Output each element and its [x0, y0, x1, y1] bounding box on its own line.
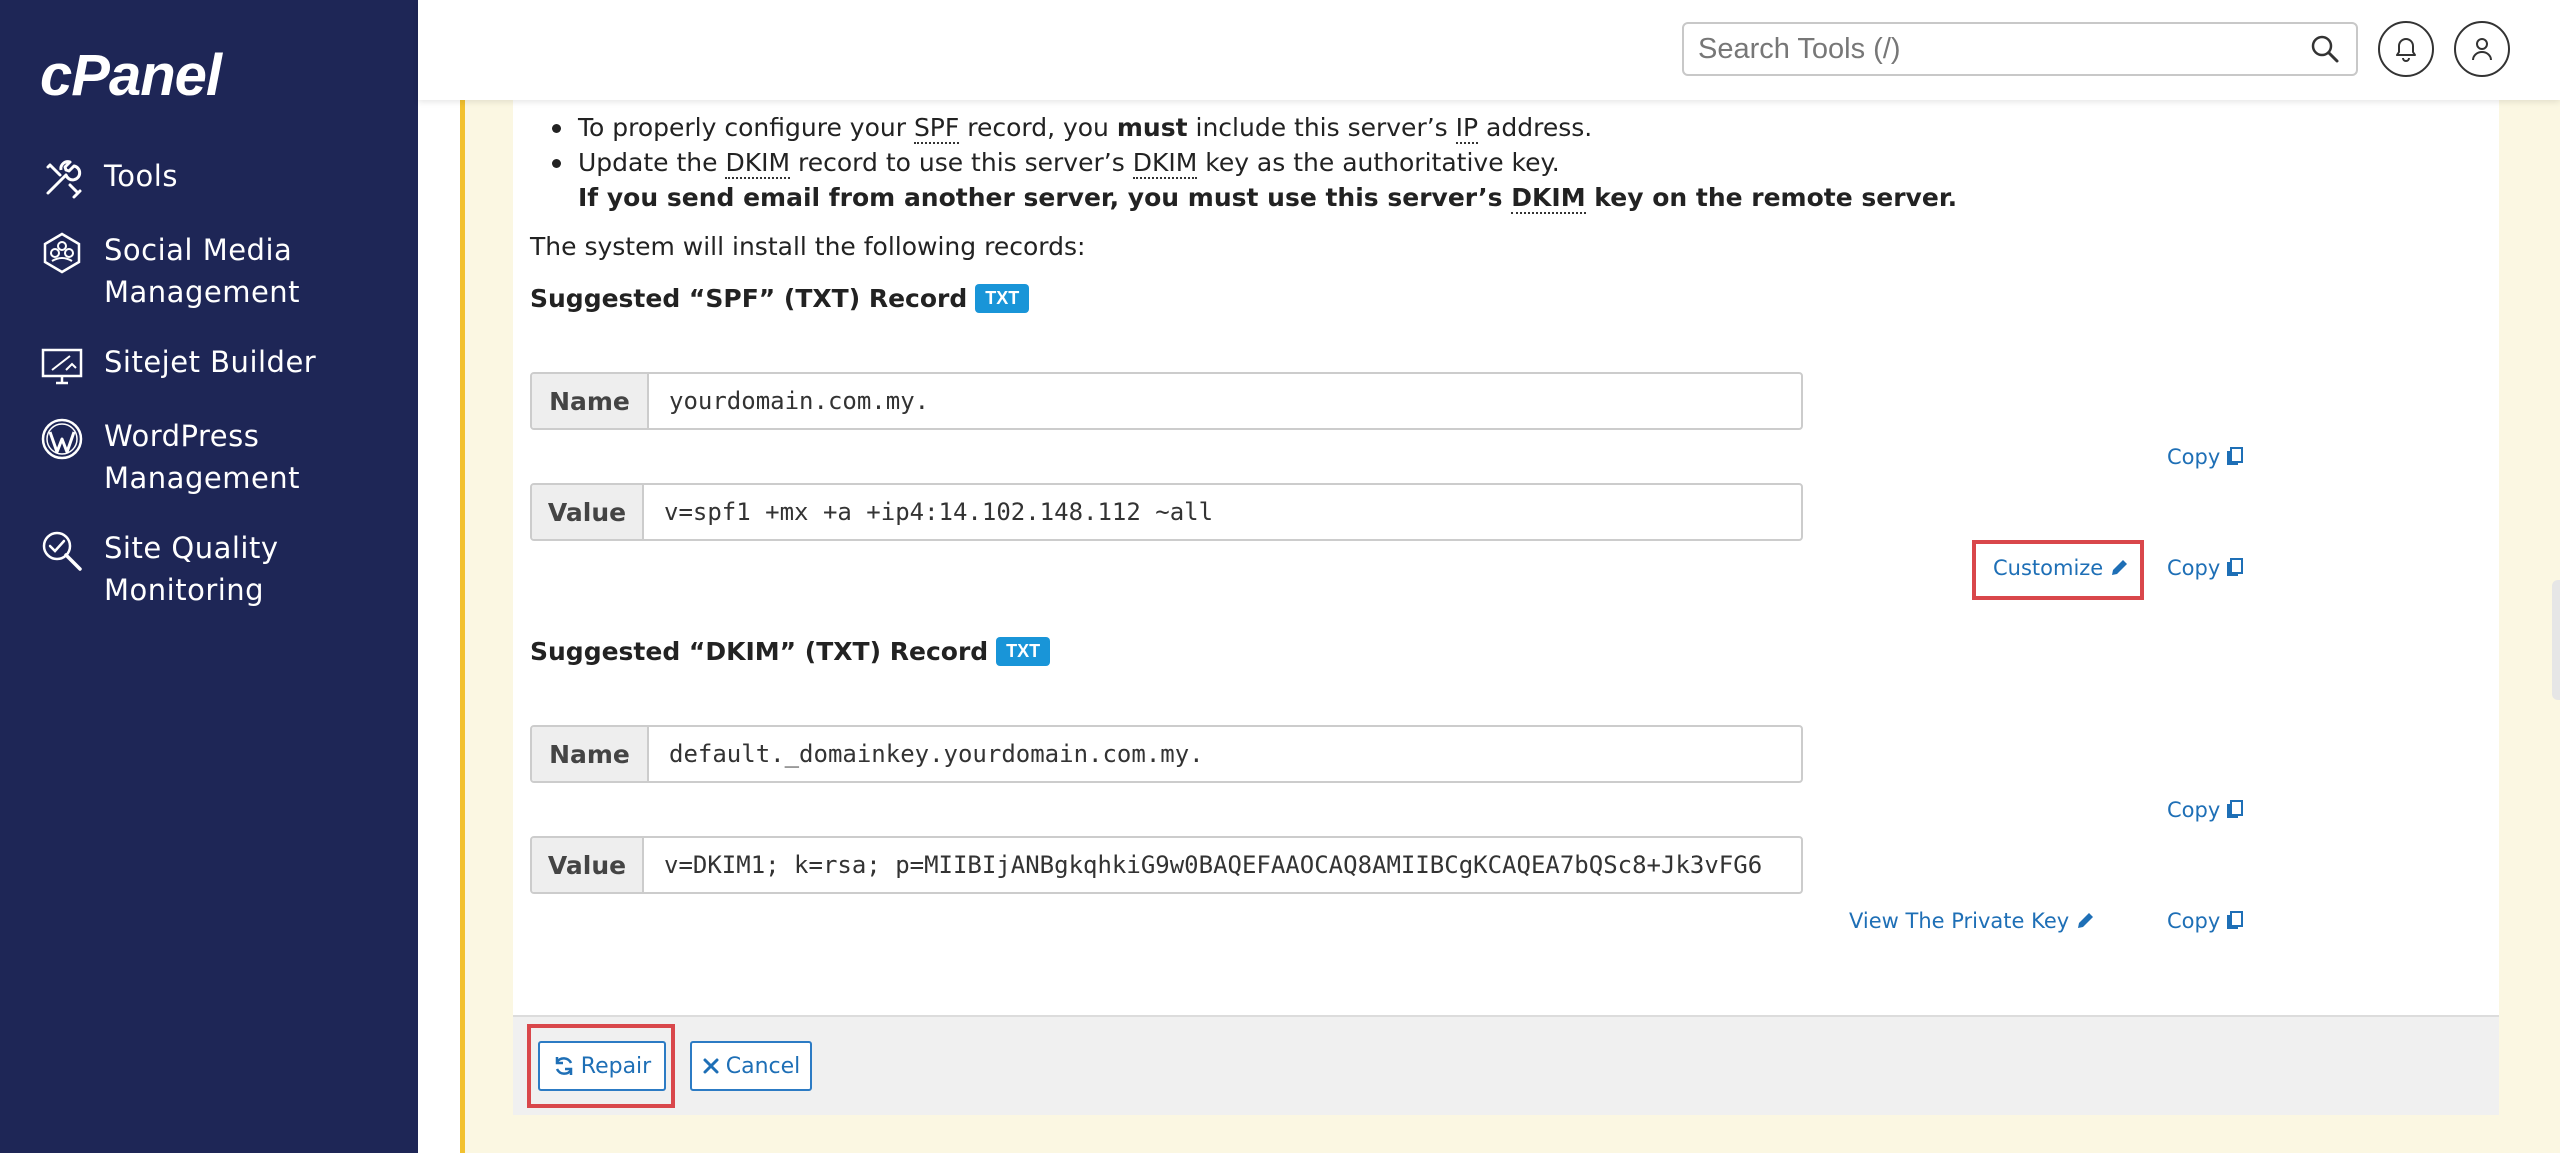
sidebar-item-label: Site Quality Monitoring — [104, 531, 279, 607]
dkim-name-copy-link[interactable]: Copy — [2167, 798, 2244, 822]
spf-value-value[interactable]: v=spf1 +mx +a +ip4:14.102.148.112 ~all — [644, 485, 1213, 539]
tools-icon — [46, 160, 82, 199]
refresh-icon — [555, 1057, 573, 1075]
spf-name-label: Name — [532, 374, 649, 428]
sidebar-item-tools[interactable]: Tools — [0, 155, 418, 201]
spf-value-label: Value — [532, 485, 644, 539]
instruction-dkim-remote: If you send email from another server, y… — [578, 183, 1958, 214]
copy-icon — [2227, 558, 2244, 576]
spf-name-field: Name yourdomain.com.my. — [530, 372, 1803, 430]
spf-record-title: Suggested “SPF” (TXT) Record TXT — [530, 284, 1030, 313]
dkim-name-label: Name — [532, 727, 649, 781]
dkim-value-copy-link[interactable]: Copy — [2167, 909, 2244, 933]
main-content: To properly configure your SPF record, y… — [418, 100, 2560, 1153]
dkim-value-field: Value v=DKIM1; k=rsa; p=MIIBIjANBgkqhkiG… — [530, 836, 1803, 894]
copy-icon — [2227, 447, 2244, 465]
instruction-dkim: Update the DKIM record to use this serve… — [552, 145, 1957, 180]
sidebar-item-label: Social Media Management — [104, 233, 301, 309]
bell-icon — [2396, 38, 2416, 62]
action-bar: Repair Cancel — [513, 1015, 2499, 1115]
copy-icon — [2227, 911, 2244, 929]
txt-badge: TXT — [996, 637, 1051, 666]
site-quality-icon — [42, 531, 82, 571]
abbr-dkim: DKIM — [1511, 183, 1586, 214]
sidebar-item-social-media[interactable]: Social Media Management — [0, 229, 418, 313]
search-icon[interactable] — [2308, 32, 2342, 66]
cancel-button[interactable]: Cancel — [690, 1041, 812, 1091]
sitejet-icon — [41, 348, 83, 385]
view-private-key-link[interactable]: View The Private Key — [1849, 909, 2095, 933]
notifications-button[interactable] — [2378, 21, 2434, 77]
spf-name-value[interactable]: yourdomain.com.my. — [649, 374, 929, 428]
search-box[interactable] — [1682, 22, 2358, 76]
instruction-spf: To properly configure your SPF record, y… — [552, 110, 1957, 145]
cpanel-logo[interactable]: cPanel — [40, 42, 222, 109]
abbr-spf: SPF — [913, 113, 960, 144]
sidebar-item-label: WordPress Management — [104, 419, 301, 495]
social-media-icon — [43, 232, 81, 274]
sidebar-item-sitejet[interactable]: Sitejet Builder — [0, 341, 418, 387]
sidebar-item-wordpress[interactable]: WordPress Management — [0, 415, 418, 499]
abbr-ip: IP — [1455, 113, 1479, 144]
spf-customize-link[interactable]: Customize — [1993, 556, 2129, 580]
close-icon — [703, 1058, 719, 1074]
dkim-name-field: Name default._domainkey.yourdomain.com.m… — [530, 725, 1803, 783]
abbr-dkim: DKIM — [1132, 148, 1198, 179]
user-icon — [2472, 38, 2492, 61]
spf-value-copy-link[interactable]: Copy — [2167, 556, 2244, 580]
dkim-value-label: Value — [532, 838, 644, 892]
copy-icon — [2227, 800, 2244, 818]
pencil-icon — [2078, 913, 2094, 928]
wordpress-icon — [41, 418, 83, 460]
sidebar-nav: Tools Social Media Management Sitejet Bu… — [0, 155, 418, 639]
sidebar-item-label: Sitejet Builder — [104, 345, 317, 379]
txt-badge: TXT — [975, 284, 1030, 313]
dkim-name-value[interactable]: default._domainkey.yourdomain.com.my. — [649, 727, 1204, 781]
abbr-dkim: DKIM — [725, 148, 791, 179]
spf-name-copy-link[interactable]: Copy — [2167, 445, 2244, 469]
sidebar: cPanel Tools Social Media Management Sit… — [0, 0, 418, 1153]
sidebar-item-site-quality[interactable]: Site Quality Monitoring — [0, 527, 418, 611]
top-header — [418, 0, 2560, 100]
install-text: The system will install the following re… — [530, 232, 1086, 261]
dkim-record-title: Suggested “DKIM” (TXT) Record TXT — [530, 637, 1051, 666]
warning-panel: To properly configure your SPF record, y… — [460, 100, 2560, 1153]
repair-button[interactable]: Repair — [538, 1041, 666, 1091]
user-menu-button[interactable] — [2454, 21, 2510, 77]
records-card: To properly configure your SPF record, y… — [513, 100, 2499, 1015]
search-input[interactable] — [1684, 32, 2308, 66]
edge-scroll-tab[interactable] — [2552, 580, 2560, 700]
instructions-list: To properly configure your SPF record, y… — [552, 110, 1958, 215]
spf-value-field: Value v=spf1 +mx +a +ip4:14.102.148.112 … — [530, 483, 1803, 541]
pencil-icon — [2112, 560, 2128, 575]
sidebar-item-label: Tools — [104, 159, 178, 193]
dkim-value-value[interactable]: v=DKIM1; k=rsa; p=MIIBIjANBgkqhkiG9w0BAQ… — [644, 838, 1762, 892]
